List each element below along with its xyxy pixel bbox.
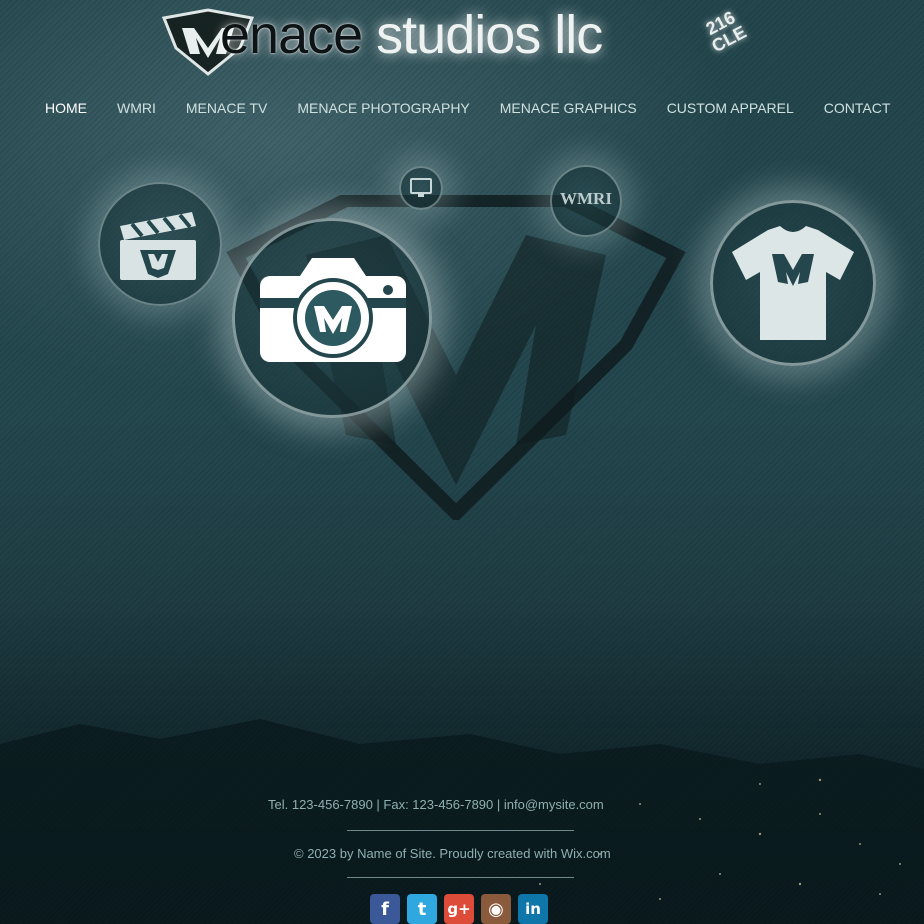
nav-item-home[interactable]: HOME [30,96,102,120]
wmri-badge-icon: WMRI [560,189,612,208]
footer-divider-top [347,830,574,831]
camera-icon [260,258,406,362]
twitter-icon[interactable]: t [407,894,437,924]
header: enace studios llc 216 CLE [0,0,924,90]
facebook-icon[interactable]: f [370,894,400,924]
nav-item-menace-photography[interactable]: MENACE PHOTOGRAPHY [282,96,484,120]
google-plus-icon[interactable]: g+ [444,894,474,924]
nav-item-contact[interactable]: CONTACT [809,96,906,120]
main-nav: HOME WMRI MENACE TV MENACE PHOTOGRAPHY M… [30,96,905,120]
footer-contact: Tel. 123-456-7890 | Fax: 123-456-7890 | … [268,797,604,812]
nav-item-wmri[interactable]: WMRI [102,96,171,120]
footer-divider-bottom [347,877,574,878]
custom-apparel-circle[interactable] [710,200,876,366]
clapperboard-icon [120,212,196,280]
tshirt-icon [732,226,854,340]
brand-title-light: studios llc [376,5,603,65]
menace-tv-circle[interactable] [98,182,222,306]
google-plus-glyph: g+ [447,900,471,918]
instagram-glyph: ◉ [488,898,504,920]
nav-item-custom-apparel[interactable]: CUSTOM APPAREL [652,96,809,120]
monitor-icon [410,178,432,197]
nav-item-menace-tv[interactable]: MENACE TV [171,96,282,120]
linkedin-glyph: in [525,900,541,918]
linkedin-icon[interactable]: in [518,894,548,924]
graphics-circle[interactable] [399,166,443,210]
footer-copyright: © 2023 by Name of Site. Proudly created … [294,846,611,861]
brand-title: enace studios llc [220,4,603,66]
wmri-circle[interactable]: WMRI [550,165,622,237]
social-bar: f t g+ ◉ in [370,894,548,924]
brand-title-dark: enace [220,5,363,65]
216-cle-badge: 216 CLE [691,2,768,77]
facebook-glyph: f [381,898,389,920]
instagram-icon[interactable]: ◉ [481,894,511,924]
nav-item-menace-graphics[interactable]: MENACE GRAPHICS [485,96,652,120]
menace-photography-circle[interactable] [232,218,432,418]
twitter-glyph: t [417,898,427,920]
